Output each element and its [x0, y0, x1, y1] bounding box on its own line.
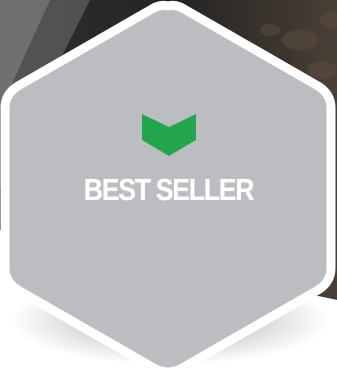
badge-label: BEST SELLER	[83, 172, 255, 207]
best-seller-badge: BEST SELLER	[0, 0, 337, 376]
